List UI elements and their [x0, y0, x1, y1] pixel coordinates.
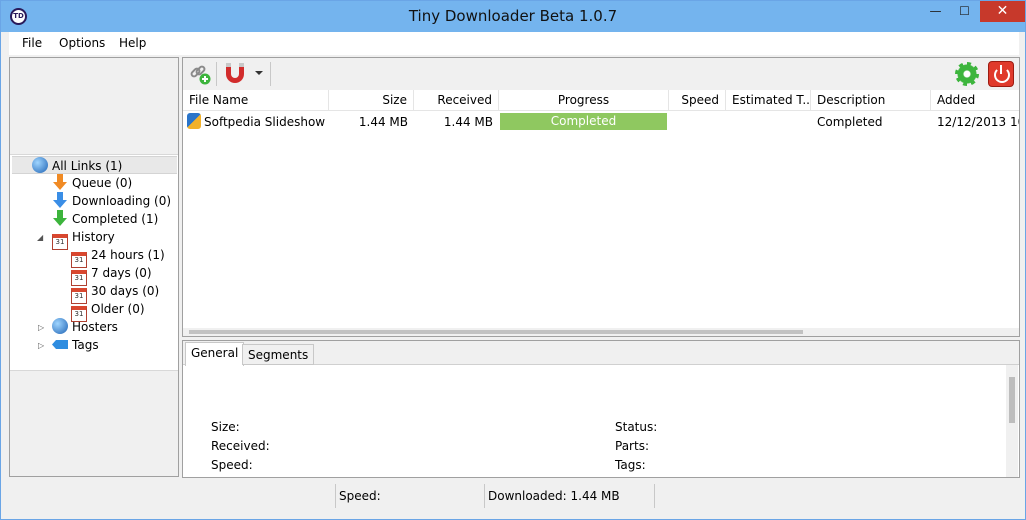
- queue-arrow-icon: [52, 174, 68, 190]
- vertical-scrollbar[interactable]: [1006, 365, 1018, 477]
- tree-item-label: Queue (0): [72, 176, 133, 190]
- scrollbar-thumb[interactable]: [1009, 377, 1015, 423]
- calendar-icon: 31: [52, 234, 68, 250]
- file-name-text: Softpedia Slideshow ...: [204, 115, 329, 129]
- category-tree: ◢ All Links (1) Queue (0) Downloading (0…: [9, 57, 179, 477]
- cell-speed: [669, 112, 726, 132]
- column-estimated-time[interactable]: Estimated T...: [726, 90, 811, 111]
- cell-added: 12/12/2013 10:0: [937, 115, 1019, 129]
- toolbar-separator: [270, 62, 271, 86]
- tags-label: Tags:: [615, 458, 646, 472]
- status-speed: Speed:: [339, 489, 381, 503]
- expand-hosters-icon[interactable]: ▷: [38, 323, 44, 332]
- status-bar: Speed: Downloaded: 1.44 MB: [9, 481, 1019, 511]
- details-tabs: General Segments: [183, 341, 1019, 366]
- column-received[interactable]: Received: [414, 90, 499, 111]
- tree-item-24-hours[interactable]: 31 24 hours (1): [71, 246, 165, 268]
- hosters-globe-icon: [52, 318, 68, 334]
- download-arrow-icon: [52, 192, 68, 208]
- tree-item-label: History: [72, 230, 115, 244]
- tree-item-label: Downloading (0): [72, 194, 172, 208]
- close-button[interactable]: ✕: [980, 1, 1025, 22]
- tree-item-label: Older (0): [91, 302, 145, 316]
- chevron-down-icon[interactable]: [255, 71, 263, 75]
- tree-item-label: 24 hours (1): [91, 248, 165, 262]
- column-speed[interactable]: Speed: [669, 90, 726, 111]
- toolbar-separator: [216, 62, 217, 86]
- tree-item-label: 30 days (0): [91, 284, 160, 298]
- link-add-icon: [190, 65, 211, 85]
- details-panel: General Segments Size: Received: Speed: …: [182, 340, 1020, 478]
- tree-item-label: All Links (1): [52, 159, 123, 173]
- status-label: Status:: [615, 420, 658, 434]
- window-title: Tiny Downloader Beta 1.0.7: [408, 7, 618, 25]
- tag-icon: [52, 340, 68, 349]
- grid-header: File Name Size Received Progress Speed E…: [183, 90, 1019, 111]
- cell-received: 1.44 MB: [443, 115, 493, 129]
- scrollbar-thumb[interactable]: [189, 330, 803, 334]
- tree-item-older[interactable]: 31 Older (0): [71, 300, 145, 322]
- tree-item-label: Tags: [72, 338, 99, 352]
- table-row[interactable]: Softpedia Slideshow ... 1.44 MB 1.44 MB …: [183, 112, 1019, 132]
- menu-options[interactable]: Options: [59, 36, 105, 50]
- tree-item-history[interactable]: 31 History: [52, 228, 115, 250]
- tree-item-queue[interactable]: Queue (0): [52, 174, 132, 192]
- tree-item-label: 7 days (0): [91, 266, 152, 280]
- tree-item-completed[interactable]: Completed (1): [52, 210, 158, 228]
- minimize-button[interactable]: —: [922, 1, 949, 22]
- cell-estimated-time: [726, 112, 811, 132]
- download-list-panel: File Name Size Received Progress Speed E…: [182, 57, 1020, 337]
- app-window: TD Tiny Downloader Beta 1.0.7 — ☐ ✕ File…: [0, 0, 1026, 520]
- sidebar-footer-area: [10, 370, 178, 476]
- status-separator: [335, 484, 336, 508]
- cell-description: Completed: [817, 115, 883, 129]
- menu-file[interactable]: File: [22, 36, 42, 50]
- power-icon[interactable]: [988, 61, 1014, 87]
- maximize-button[interactable]: ☐: [951, 1, 978, 22]
- column-progress[interactable]: Progress: [499, 90, 669, 111]
- globe-links-icon: [32, 157, 48, 173]
- tree-item-hosters[interactable]: Hosters: [52, 318, 118, 336]
- tree-item-all-links[interactable]: All Links (1): [12, 156, 177, 174]
- file-type-icon: [187, 113, 201, 129]
- menu-bar: File Options Help: [9, 32, 1019, 55]
- tree-item-downloading[interactable]: Downloading (0): [52, 192, 171, 210]
- collapse-history-icon[interactable]: ◢: [37, 233, 43, 242]
- status-separator: [654, 484, 655, 508]
- size-label: Size:: [211, 420, 240, 434]
- completed-arrow-icon: [52, 210, 68, 226]
- tree-item-label: Hosters: [72, 320, 118, 334]
- column-description[interactable]: Description: [811, 90, 931, 111]
- sidebar-header-area: [10, 58, 178, 155]
- toolbar: [183, 58, 1019, 90]
- cell-file-name: Softpedia Slideshow ...: [183, 112, 329, 132]
- status-downloaded: Downloaded: 1.44 MB: [488, 489, 620, 503]
- tree-item-30-days[interactable]: 31 30 days (0): [71, 282, 160, 304]
- column-added[interactable]: Added: [931, 90, 1019, 111]
- received-label: Received:: [211, 439, 270, 453]
- expand-tags-icon[interactable]: ▷: [38, 341, 44, 350]
- status-separator: [484, 484, 485, 508]
- tree-item-7-days[interactable]: 31 7 days (0): [71, 264, 152, 286]
- progress-bar: Completed: [500, 113, 667, 130]
- tab-general[interactable]: General: [185, 342, 245, 366]
- progress-label: Completed: [550, 114, 617, 128]
- cell-size: 1.44 MB: [358, 115, 408, 129]
- speed-label: Speed:: [211, 458, 253, 472]
- title-bar[interactable]: TD Tiny Downloader Beta 1.0.7 — ☐ ✕: [1, 1, 1025, 32]
- tab-segments[interactable]: Segments: [242, 344, 315, 365]
- horizontal-scrollbar[interactable]: [183, 328, 1019, 336]
- tree-item-tags[interactable]: Tags: [52, 336, 99, 354]
- tree-item-label: Completed (1): [72, 212, 159, 226]
- parts-label: Parts:: [615, 439, 649, 453]
- column-size[interactable]: Size: [329, 90, 414, 111]
- menu-help[interactable]: Help: [119, 36, 146, 50]
- column-file-name[interactable]: File Name: [183, 90, 329, 111]
- magnet-icon[interactable]: [226, 63, 244, 83]
- gear-icon[interactable]: [955, 62, 979, 86]
- add-link-button[interactable]: [188, 62, 212, 86]
